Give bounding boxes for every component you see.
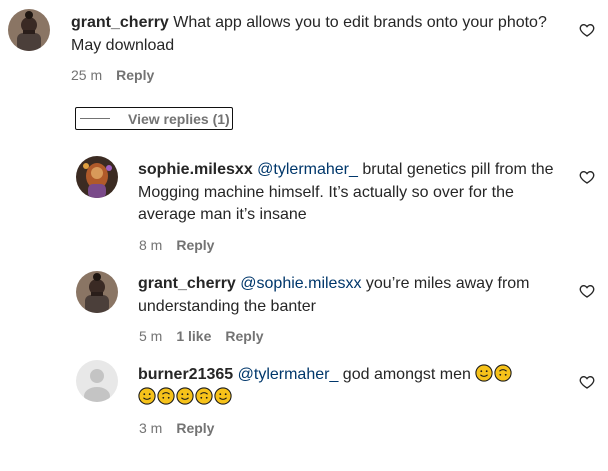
comment-timestamp[interactable]: 5 m [139,328,162,344]
heart-outline-icon[interactable] [579,169,595,185]
view-replies-line [80,118,110,119]
comment-meta: 8 m Reply [139,237,214,253]
heart-outline-icon[interactable] [579,283,595,299]
mention-link[interactable]: @tylermaher_ [238,366,339,383]
comment-text: grant_cherry @sophie.milesxx you’re mile… [138,273,568,318]
mention-link[interactable]: @tylermaher_ [257,161,358,178]
slightly-smiling-face-icon [475,364,493,382]
comment-text: burner21365 @tylermaher_ god amongst men [138,364,568,409]
upside-down-face-icon [195,386,213,405]
reply-button[interactable]: Reply [116,67,154,83]
comment-username[interactable]: grant_cherry [138,275,236,292]
comment-text: grant_cherry What app allows you to edit… [71,12,571,57]
reply-button[interactable]: Reply [225,328,263,344]
reply-button[interactable]: Reply [176,420,214,436]
avatar[interactable] [76,156,118,198]
view-replies-label: View replies (1) [128,110,230,127]
comment-meta: 25 m Reply [71,67,154,83]
avatar[interactable] [76,271,118,313]
comment-username[interactable]: burner21365 [138,366,233,383]
slightly-smiling-face-icon [138,386,156,405]
avatar[interactable] [8,9,50,51]
upside-down-face-icon [157,386,175,405]
like-count[interactable]: 1 like [176,328,211,344]
upside-down-face-icon [494,364,512,382]
comment-meta: 5 m 1 like Reply [139,328,264,344]
avatar[interactable] [76,360,118,402]
heart-outline-icon[interactable] [579,374,595,390]
comment-timestamp[interactable]: 25 m [71,67,102,83]
mention-link[interactable]: @sophie.milesxx [240,275,361,292]
comment-username[interactable]: sophie.milesxx [138,161,253,178]
heart-outline-icon[interactable] [579,22,595,38]
comment-username[interactable]: grant_cherry [71,14,169,31]
comment-meta: 3 m Reply [139,420,214,436]
slightly-smiling-face-icon [176,386,194,405]
comment-timestamp[interactable]: 3 m [139,420,162,436]
slightly-smiling-face-icon [214,386,232,405]
comment-timestamp[interactable]: 8 m [139,237,162,253]
reply-button[interactable]: Reply [176,237,214,253]
comment-body: god amongst men [342,366,471,383]
comment-text: sophie.milesxx @tylermaher_ brutal genet… [138,159,568,227]
view-replies-button[interactable]: View replies (1) [75,107,233,130]
